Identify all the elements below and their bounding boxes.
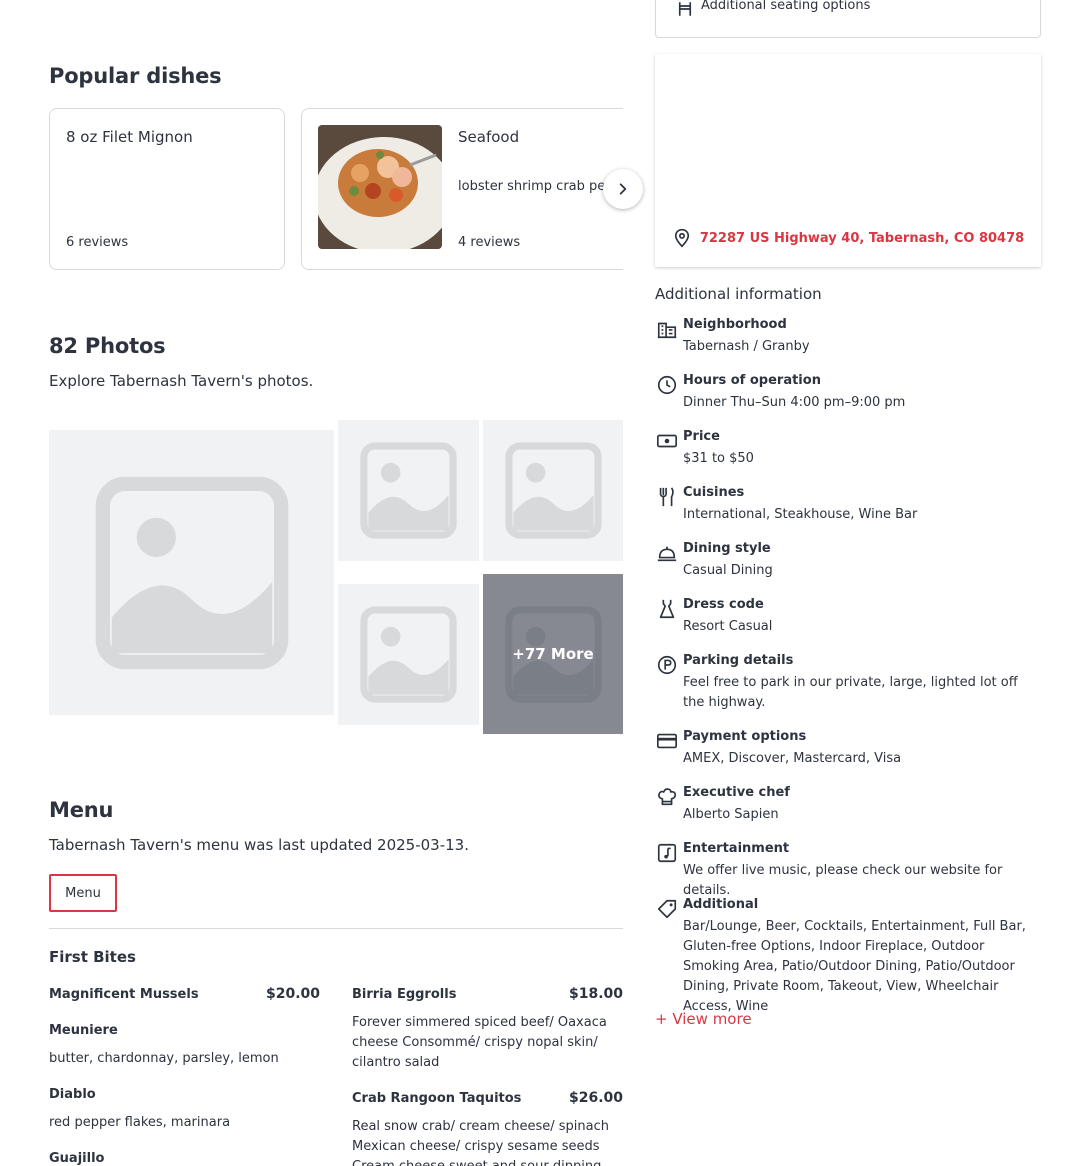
menu-item-price: $26.00 [568,1090,623,1106]
info-label: Cuisines [683,485,745,500]
music-note-icon [657,843,677,863]
divider [49,928,623,929]
map-address-row[interactable]: 72287 US Highway 40, Tabernash, CO 80478 [655,228,1041,248]
menu-item-description: red pepper flakes, marinara [49,1115,231,1130]
parking-icon [657,655,677,675]
popular-dishes-carousel: 8 oz Filet Mignon 6 reviews Seafood lobs… [49,108,623,270]
info-label: Hours of operation [683,373,821,388]
chef-hat-icon [658,788,677,806]
photos-subtitle: Explore Tabernash Tavern's photos. [49,372,314,390]
image-placeholder-icon [360,442,457,539]
map-card[interactable]: 72287 US Highway 40, Tabernash, CO 80478 [655,54,1041,267]
map-address-link[interactable]: 72287 US Highway 40, Tabernash, CO 80478 [700,231,1024,246]
photo-main[interactable] [49,430,334,715]
chair-icon [678,2,692,16]
menu-section-title: First Bites [49,948,136,966]
menu-item-name: Meuniere [49,1023,118,1038]
info-value: Resort Casual [683,619,773,634]
dish-description: lobster shrimp crab peas [458,179,621,194]
popular-dishes-title: Popular dishes [49,64,222,88]
menu-item-name: Diablo [49,1087,96,1102]
info-value: Tabernash / Granby [683,339,810,354]
dish-reviews: 6 reviews [66,235,129,250]
photo-thumb[interactable] [338,584,479,725]
dress-icon [659,599,675,619]
photo-thumb[interactable] [483,420,623,561]
info-value: AMEX, Discover, Mastercard, Visa [683,751,902,766]
credit-card-icon [657,733,677,749]
image-placeholder-icon [95,476,288,669]
image-placeholder-icon [360,606,457,703]
money-icon [657,434,677,448]
dish-name: 8 oz Filet Mignon [66,128,193,146]
photos-title: 82 Photos [49,334,166,358]
chevron-right-icon [619,183,627,195]
menu-item-description: Real snow crab/ cream cheese/ spinach Me… [352,1119,609,1166]
menu-item-name: Crab Rangoon Taquitos [352,1091,522,1106]
menu-title: Menu [49,798,114,822]
menu-item-description: Forever simmered spiced beef/ Oaxaca che… [352,1015,607,1070]
location-pin-icon [674,228,689,248]
menu-tab[interactable]: Menu [49,874,117,912]
menu-item-description: butter, chardonnay, parsley, lemon [49,1051,279,1066]
info-value: International, Steakhouse, Wine Bar [683,507,918,522]
info-value: Casual Dining [683,563,773,578]
menu-item-name: Guajillo [49,1151,105,1166]
info-value: Bar/Lounge, Beer, Cocktails, Entertainme… [683,919,1026,1014]
info-label: Neighborhood [683,317,787,332]
dish-name: Seafood [458,128,520,146]
info-value: Alberto Sapien [683,807,779,822]
tag-icon [657,899,677,919]
seating-options-card[interactable]: Additional seating options [655,0,1041,38]
dish-card[interactable]: 8 oz Filet Mignon 6 reviews [49,108,285,270]
menu-item-price: $20.00 [265,986,320,1002]
carousel-next-button[interactable] [603,169,643,209]
building-icon [657,322,677,339]
dish-card[interactable]: Seafood lobster shrimp crab peas 4 revie… [301,108,623,270]
additional-info-title: Additional information [655,285,822,303]
menu-item-price: $18.00 [568,986,623,1002]
seating-options-label: Additional seating options [701,0,871,13]
info-value: We offer live music, please check our we… [683,863,1003,898]
menu-updated-text: Tabernash Tavern's menu was last updated… [49,836,469,854]
info-label: Entertainment [683,841,790,856]
image-placeholder-icon [504,442,602,539]
info-value: $31 to $50 [683,451,754,466]
photo-thumb[interactable] [338,420,479,561]
info-label: Price [683,429,720,444]
info-label: Dining style [683,541,771,556]
info-value: Dinner Thu–Sun 4:00 pm–9:00 pm [683,395,906,410]
info-label: Executive chef [683,785,790,800]
info-value: Feel free to park in our private, large,… [683,675,1018,710]
dish-reviews: 4 reviews [458,235,521,250]
dish-photo [318,125,442,249]
info-label: Parking details [683,653,794,668]
clock-icon [657,375,677,395]
fork-knife-icon [659,487,674,507]
more-photos-label: +77 More [483,574,623,734]
menu-item-name: Birria Eggrolls [352,987,457,1002]
view-more-link[interactable]: + View more [655,1010,752,1028]
photo-more[interactable]: +77 More [483,574,623,734]
info-label: Additional [683,897,759,912]
cloche-icon [657,546,677,562]
info-label: Payment options [683,729,807,744]
info-label: Dress code [683,597,764,612]
menu-item-name: Magnificent Mussels [49,987,199,1002]
